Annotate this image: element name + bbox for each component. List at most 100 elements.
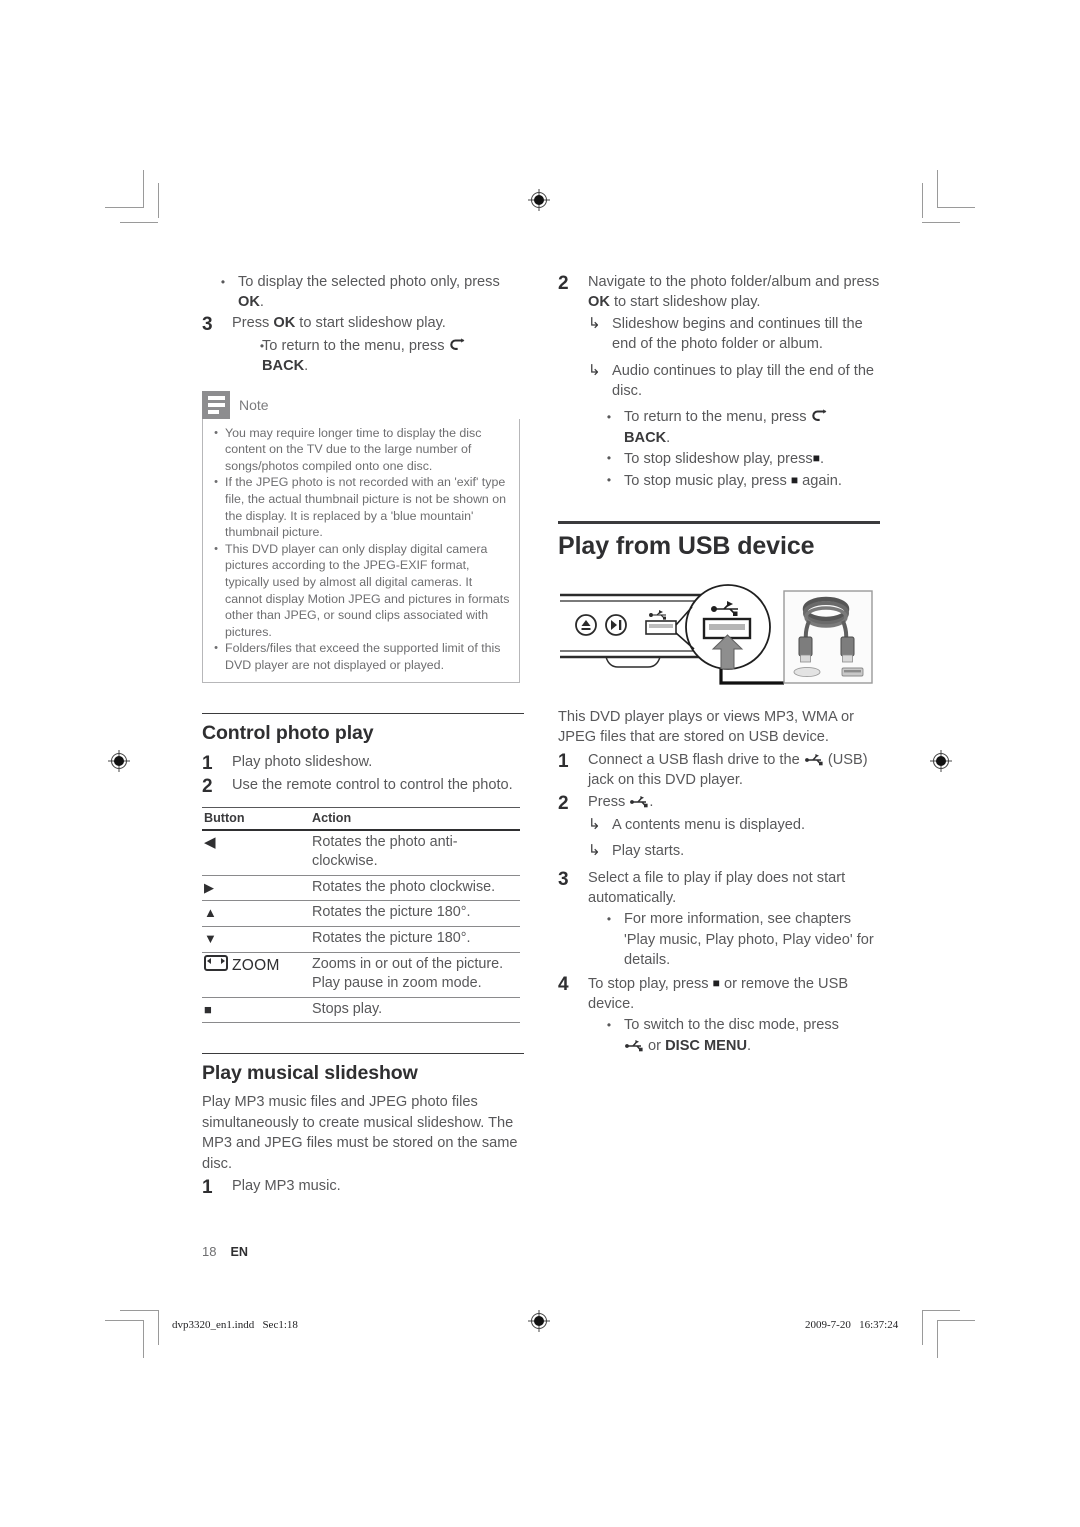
left-column: • To display the selected photo only, pr… bbox=[202, 272, 524, 1199]
step-text-before: Connect a USB flash drive to the bbox=[588, 751, 804, 768]
list-item: • This DVD player can only display digita… bbox=[207, 541, 511, 641]
step-text-before: Press bbox=[588, 793, 630, 810]
step-number: 3 bbox=[558, 868, 569, 890]
result-text: Slideshow begins and continues till the … bbox=[612, 315, 863, 353]
button-action-table: Button Action ◀ Rotates the photo anti-c… bbox=[202, 806, 520, 1024]
action-text: Rotates the picture 180°. bbox=[310, 900, 520, 927]
section-play-musical-slideshow: Play musical slideshow Play MP3 music fi… bbox=[202, 1053, 524, 1198]
bullet-text: To switch to the disc mode, press or DIS… bbox=[624, 1015, 880, 1056]
note-lines-icon bbox=[202, 390, 230, 419]
column-header-button: Button bbox=[202, 806, 310, 831]
note-item-text: This DVD player can only display digital… bbox=[225, 541, 510, 639]
step-text-after: to start slideshow play. bbox=[609, 294, 761, 311]
zoom-label: ZOOM bbox=[232, 956, 280, 974]
bullet-dot-icon: • bbox=[214, 476, 218, 489]
manual-page: • To display the selected photo only, pr… bbox=[0, 0, 1080, 1527]
action-text: Zooms in or out of the picture. Play pau… bbox=[310, 952, 520, 998]
bullet-dot-icon: • bbox=[606, 410, 612, 425]
step-text-after: to start slideshow play. bbox=[295, 314, 446, 331]
disc-menu-key-label: DISC MENU bbox=[665, 1037, 747, 1054]
step-text: To stop play, press ■ or remove the USB … bbox=[588, 973, 880, 1015]
section-divider bbox=[202, 712, 524, 714]
bullet-dot-icon: • bbox=[606, 451, 612, 466]
page-footer: 18 EN bbox=[202, 1244, 248, 1259]
step-1: 1 Play MP3 music. bbox=[202, 1176, 524, 1198]
step-number: 2 bbox=[558, 273, 569, 294]
step-1: 1 Connect a USB flash drive to the (USB)… bbox=[558, 750, 880, 791]
bullet-dot-icon: • bbox=[606, 1018, 612, 1033]
down-arrow-icon: ▼ bbox=[202, 926, 310, 953]
bullet-dot-icon: • bbox=[214, 542, 218, 555]
arrow-result-icon: ↳ bbox=[588, 314, 601, 332]
back-key-label: BACK bbox=[624, 429, 667, 446]
step-4: 4 To stop play, press ■ or remove the US… bbox=[558, 973, 880, 1015]
step-text: Press . bbox=[588, 792, 880, 814]
section-control-photo-play: Control photo play 1 Play photo slidesho… bbox=[202, 712, 524, 1024]
table-row: ▼ Rotates the picture 180°. bbox=[202, 926, 520, 953]
action-text: Rotates the photo clockwise. bbox=[310, 875, 520, 902]
step-number: 2 bbox=[202, 775, 213, 797]
step-text: Press OK to start slideshow play. bbox=[232, 313, 524, 335]
list-item: • To stop slideshow play, press■. bbox=[588, 448, 880, 469]
section-intro: Play MP3 music files and JPEG photo file… bbox=[202, 1094, 518, 1172]
step-text: Use the remote control to control the ph… bbox=[232, 776, 513, 793]
list-item: • You may require longer time to display … bbox=[207, 425, 511, 475]
list-item: • To return to the menu, press BACK. bbox=[202, 336, 524, 377]
action-text: Rotates the picture 180°. bbox=[310, 926, 520, 953]
left-arrow-icon: ◀ bbox=[202, 829, 310, 876]
result-item: ↳ Slideshow begins and continues till th… bbox=[588, 314, 880, 355]
table-row: ▶ Rotates the photo clockwise. bbox=[202, 875, 520, 902]
list-item: • If the JPEG photo is not recorded with … bbox=[207, 474, 511, 540]
usb-intro-text: This DVD player plays or views MP3, WMA … bbox=[558, 709, 855, 746]
list-item: • To return to the menu, press BACK. bbox=[588, 407, 880, 448]
step-text-before: Navigate to the photo folder/album and p… bbox=[588, 274, 880, 290]
step-2: 2 Navigate to the photo folder/album and… bbox=[558, 272, 880, 313]
bullet-text: To return to the menu, press BACK. bbox=[624, 407, 880, 448]
arrow-result-icon: ↳ bbox=[588, 361, 601, 379]
step-text: Play photo slideshow. bbox=[232, 753, 373, 770]
right-arrow-icon: ▶ bbox=[202, 875, 310, 902]
section-title: Control photo play bbox=[202, 721, 374, 744]
step-text-before: To stop play, press bbox=[588, 975, 713, 992]
bullet-text: To return to the menu, press BACK. bbox=[262, 336, 524, 377]
step-2: 2 Press . bbox=[558, 792, 880, 814]
note-item-text: If the JPEG photo is not recorded with a… bbox=[225, 475, 507, 540]
usb-trident-icon bbox=[625, 1039, 643, 1052]
arrow-result-icon: ↳ bbox=[588, 842, 601, 860]
bullet-text: To stop music play, press ■ again. bbox=[624, 470, 880, 491]
table-row: ▲ Rotates the picture 180°. bbox=[202, 900, 520, 927]
result-text: Audio continues to play till the end of … bbox=[612, 362, 875, 400]
step-number: 1 bbox=[558, 750, 569, 772]
step-text: Navigate to the photo folder/album and p… bbox=[588, 272, 880, 313]
dvd-player-usb-jack-illustration bbox=[558, 577, 880, 689]
bullet-dot-icon: • bbox=[606, 472, 612, 487]
list-item: • To stop music play, press ■ again. bbox=[588, 470, 880, 491]
note-item-text: You may require longer time to display t… bbox=[225, 425, 482, 473]
bullet-text-after: . bbox=[819, 451, 825, 468]
step-number: 2 bbox=[558, 792, 569, 814]
list-item: • For more information, see chapters 'Pl… bbox=[588, 909, 880, 970]
print-slug-right: 2009-7-20 16:37:24 bbox=[805, 1319, 899, 1331]
step-number: 4 bbox=[558, 973, 569, 995]
step-3: 3 Select a file to play if play does not… bbox=[558, 868, 880, 909]
zoom-icon bbox=[204, 954, 228, 971]
action-text: Rotates the photo anti-clockwise. bbox=[310, 829, 520, 876]
back-arrow-icon bbox=[449, 338, 464, 350]
usb-trident-icon bbox=[804, 753, 823, 766]
step-text: Select a file to play if play does not s… bbox=[588, 869, 846, 906]
bullet-text-before: To display the selected photo only, pres… bbox=[238, 274, 500, 290]
back-arrow-icon bbox=[811, 409, 826, 422]
ok-key-label: OK bbox=[588, 294, 610, 311]
bullet-dot-icon: • bbox=[214, 426, 218, 439]
bullet-dot-icon: • bbox=[214, 642, 218, 655]
back-key-label: BACK bbox=[262, 358, 305, 375]
result-item: ↳ A contents menu is displayed. bbox=[588, 815, 880, 835]
up-arrow-icon: ▲ bbox=[202, 900, 310, 927]
page-number: 18 bbox=[202, 1244, 217, 1259]
note-list: • You may require longer time to display … bbox=[207, 425, 511, 674]
column-header-action: Action bbox=[310, 806, 520, 831]
action-text: Stops play. bbox=[310, 997, 520, 1024]
bullet-text-before: To switch to the disc mode, press bbox=[624, 1017, 839, 1034]
section-play-from-usb: Play from USB device This DVD player pla… bbox=[558, 521, 880, 1056]
language-code: EN bbox=[230, 1245, 248, 1259]
